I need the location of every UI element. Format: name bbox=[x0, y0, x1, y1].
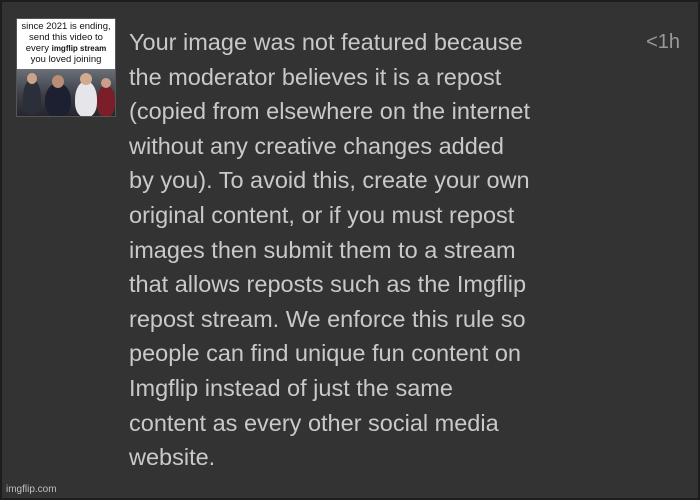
thumbnail-caption-line: since 2021 is ending, bbox=[21, 21, 111, 32]
thumbnail-caption-line: send this video to bbox=[29, 32, 103, 43]
thumbnail-caption-stream: imgflip stream bbox=[51, 44, 107, 53]
photo-person-head bbox=[80, 73, 92, 85]
thumbnail-photo bbox=[17, 69, 115, 116]
photo-person-head bbox=[101, 78, 111, 88]
message-line: images then submit them to a stream bbox=[129, 236, 516, 263]
message-line: website. bbox=[129, 444, 216, 471]
photo-person bbox=[45, 83, 71, 116]
message-line: Your image was not featured because bbox=[129, 29, 523, 55]
message-line: without any creative changes added bbox=[129, 132, 504, 159]
photo-person bbox=[97, 85, 115, 116]
thumbnail-caption: since 2021 is ending, send this video to… bbox=[17, 19, 115, 69]
imgflip-watermark: imgflip.com bbox=[6, 484, 57, 495]
message-line: original content, or if you must repost bbox=[129, 201, 515, 228]
photo-person-head bbox=[27, 73, 37, 84]
photo-person-head bbox=[52, 75, 64, 88]
thumbnail-caption-line: you loved joining bbox=[30, 54, 102, 65]
message-line: that allows reposts such as the Imgflip bbox=[129, 271, 527, 298]
message-line: the moderator believes it is a repost bbox=[129, 63, 502, 90]
thumbnail-caption-word: every bbox=[25, 43, 49, 54]
message-line: (copied from elsewhere on the internet bbox=[129, 98, 531, 125]
photo-person bbox=[75, 81, 97, 116]
message-line: people can find unique fun content on bbox=[129, 340, 521, 367]
message-line: repost stream. We enforce this rule so bbox=[129, 305, 526, 332]
notification-card: since 2021 is ending, send this video to… bbox=[0, 0, 700, 500]
timestamp: <1h bbox=[646, 31, 680, 53]
message-line: Imgflip instead of just the same bbox=[129, 374, 453, 401]
thumbnail-caption-line: every imgflip stream bbox=[17, 43, 115, 54]
photo-person bbox=[23, 79, 41, 115]
moderation-message: Your image was not featured because the … bbox=[129, 25, 629, 475]
message-line: by you). To avoid this, create your own bbox=[129, 167, 530, 194]
meme-thumbnail[interactable]: since 2021 is ending, send this video to… bbox=[16, 18, 116, 117]
message-line: content as every other social media bbox=[129, 409, 499, 436]
